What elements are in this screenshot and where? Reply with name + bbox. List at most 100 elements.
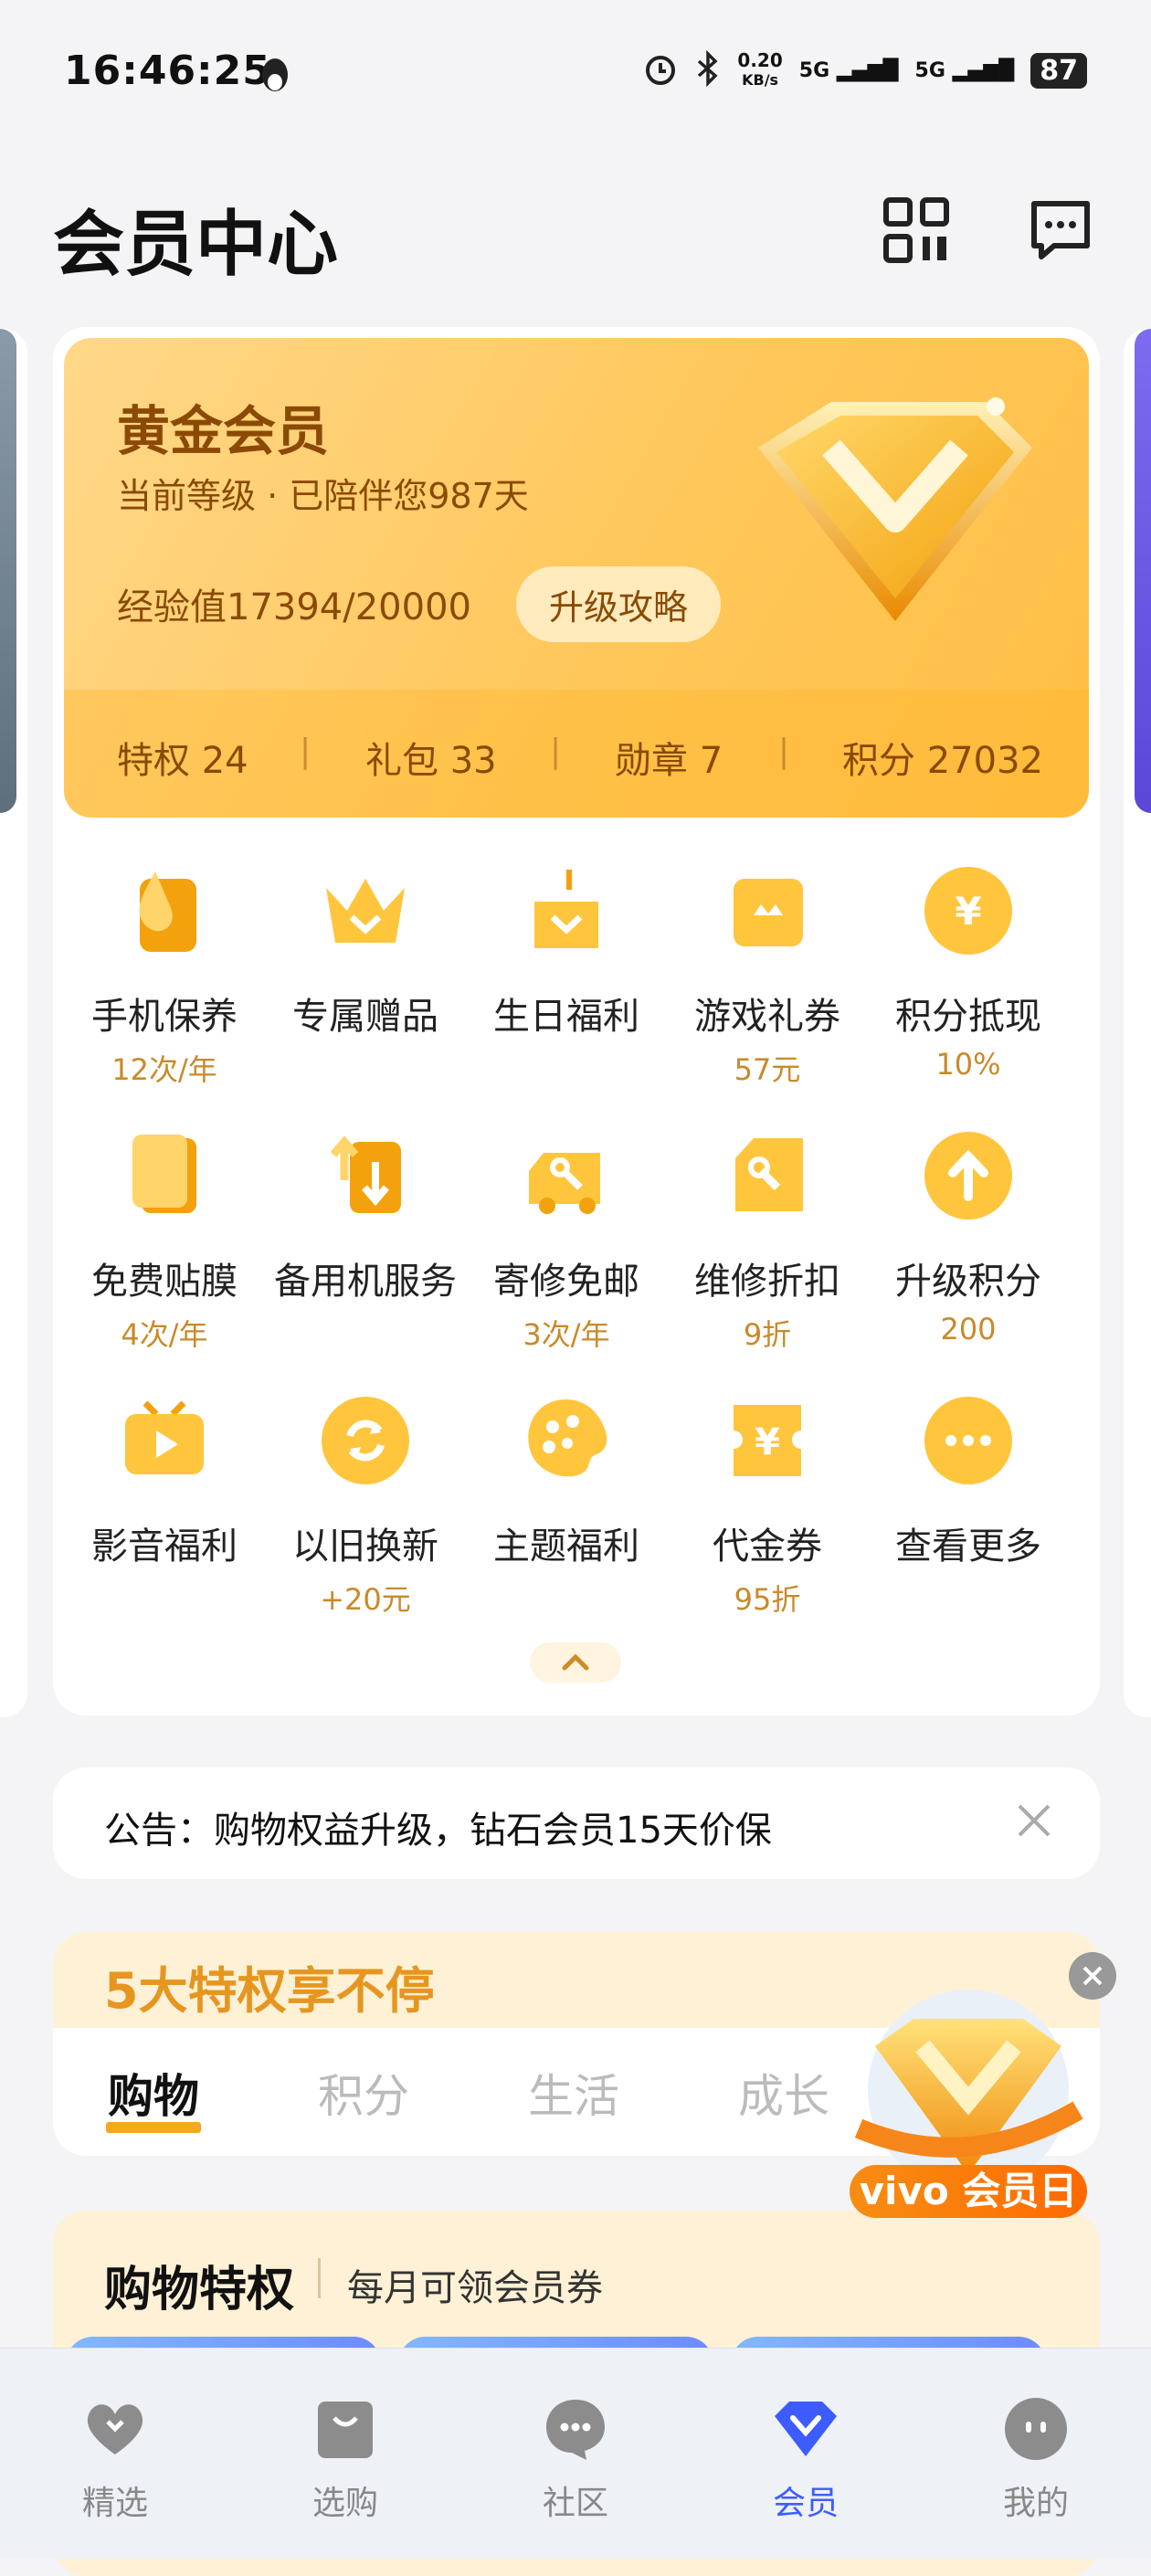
benefit-points-cash[interactable]: ¥ 积分抵现 10% [868,860,1069,1082]
chat-bubble-icon [541,2394,610,2464]
message-icon[interactable] [1027,196,1094,264]
wrench-tag-icon [717,1125,818,1226]
benefit-theme[interactable]: 主题福利 [466,1390,667,1577]
tab-life[interactable]: 生活 [528,2060,619,2126]
signal-1: 5G ▂▄▆█ [799,59,899,82]
vivo-member-day-label[interactable]: vivo 会员日 [850,2165,1087,2218]
announcement-bar[interactable]: 公告：购物权益升级，钻石会员15天价保 [53,1768,1100,1879]
tab-growth[interactable]: 成长 [738,2060,829,2126]
benefit-phone-maintenance[interactable]: 手机保养 12次/年 [64,860,265,1089]
privileges-title: 5大特权享不停 [104,1962,435,2020]
signal-bars-icon: ▂▄▆█ [836,58,899,82]
exp-number: 17394/20000 [227,586,471,628]
benefit-sub: 10% [935,1047,1001,1082]
stat-value: 27032 [926,740,1043,782]
nav-featured[interactable]: 精选 [24,2394,206,2524]
benefit-upgrade-points[interactable]: 升级积分 200 [868,1125,1069,1346]
benefit-label: 查看更多 [895,1526,1041,1568]
exp-label: 经验值 [117,586,227,628]
stat-value: 33 [449,740,497,782]
next-tier-card-peek[interactable] [1135,329,1151,813]
announcement-text: 公告：购物权益升级，钻石会员15天价保 [104,1810,772,1852]
stat-label: 特权 [117,740,190,782]
benefit-exclusive-gift[interactable]: 专属赠品 [265,860,466,1047]
benefit-birthday[interactable]: 生日福利 [466,860,667,1047]
benefit-label: 影音福利 [91,1526,238,1568]
stat-gift-packs[interactable]: 礼包 33 [365,731,497,784]
nav-profile[interactable]: 我的 [945,2394,1127,2524]
voucher-icon: ¥ [717,1390,818,1491]
benefit-label: 免费贴膜 [91,1261,238,1303]
benefit-view-more[interactable]: 查看更多 [868,1390,1069,1577]
gold-member-card[interactable]: 黄金会员 当前等级 · 已陪伴您987天 经验值17394/20000 升级攻略… [64,338,1089,818]
benefit-trade-in[interactable]: 以旧换新 +20元 [265,1390,466,1619]
upgrade-guide-button[interactable]: 升级攻略 [516,566,722,642]
benefit-free-shipping-repair[interactable]: 寄修免邮 3次/年 [466,1125,667,1354]
nav-shop[interactable]: 选购 [254,2394,437,2524]
qq-penguin-icon [258,55,292,95]
refresh-coin-icon [315,1390,416,1491]
benefit-free-film[interactable]: 免费贴膜 4次/年 [64,1125,265,1354]
nav-label: 精选 [81,2485,148,2522]
tab-shopping[interactable]: 购物 [108,2060,199,2126]
cake-icon [516,860,617,961]
qr-code-icon[interactable] [882,196,950,264]
stat-divider: | [778,733,790,770]
stat-label: 勋章 [615,740,688,782]
crown-icon [315,860,416,961]
benefit-repair-discount[interactable]: 维修折扣 9折 [667,1125,868,1354]
signal-1-label: 5G [798,58,830,82]
benefit-label: 维修折扣 [694,1261,840,1303]
benefit-label: 手机保养 [91,996,238,1038]
stat-points[interactable]: 积分 27032 [842,731,1043,784]
net-speed-value: 0.20 [737,49,783,71]
shopping-privilege-subtitle: 每月可领会员券 [347,2267,603,2309]
tier-subtitle: 当前等级 · 已陪伴您987天 [117,476,529,516]
droplet-icon [114,860,215,961]
stat-divider: | [300,733,312,770]
nav-community[interactable]: 社区 [484,2394,667,2524]
nav-label: 社区 [542,2485,608,2522]
stat-privileges[interactable]: 特权 24 [117,731,248,784]
benefit-voucher[interactable]: ¥ 代金券 95折 [667,1390,868,1619]
active-tab-indicator [106,2122,201,2133]
bottom-nav: 精选 选购 社区 会员 我的 [0,2348,1151,2559]
benefit-sub: 12次/年 [111,1052,217,1087]
benefit-label: 备用机服务 [274,1261,457,1303]
benefit-sub: 4次/年 [121,1317,208,1352]
alarm-icon [642,50,679,90]
benefit-sub: 3次/年 [523,1317,610,1352]
tab-points[interactable]: 积分 [318,2060,409,2126]
benefit-backup-phone[interactable]: 备用机服务 [265,1125,466,1312]
shopping-privilege-title: 购物特权 [104,2263,295,2317]
net-speed-unit: KB/s [742,71,779,89]
experience-value: 经验值17394/20000 [117,577,471,630]
title-divider [318,2258,321,2298]
member-v-icon [771,2394,840,2464]
stat-medals[interactable]: 勋章 7 [615,731,723,784]
prev-tier-card-peek[interactable] [0,329,16,813]
game-ticket-icon [717,860,818,961]
benefit-sub: +20元 [320,1582,411,1617]
nav-label: 会员 [772,2485,839,2522]
benefit-label: 以旧换新 [292,1526,438,1568]
battery-indicator: 87 [1030,52,1087,89]
close-float-button[interactable] [1069,1952,1116,2000]
benefit-media[interactable]: 影音福利 [64,1390,265,1577]
benefit-game-ticket[interactable]: 游戏礼券 57元 [667,860,868,1089]
collapse-grid-button[interactable] [530,1642,621,1683]
signal-2-label: 5G [914,58,945,82]
benefit-label: 寄修免邮 [493,1261,639,1303]
stat-divider: | [550,733,562,770]
benefit-sub: 9折 [743,1317,792,1352]
profile-face-icon [1001,2394,1071,2464]
more-icon [918,1390,1019,1491]
nav-member[interactable]: 会员 [714,2394,897,2524]
benefit-label: 代金券 [713,1526,822,1568]
close-icon [1082,1966,1103,1986]
stat-label: 礼包 [365,740,438,782]
tier-name: 黄金会员 [117,400,330,462]
benefit-label: 游戏礼券 [694,996,840,1038]
gold-v-badge-icon [722,375,1051,667]
close-icon[interactable] [1014,1800,1054,1841]
